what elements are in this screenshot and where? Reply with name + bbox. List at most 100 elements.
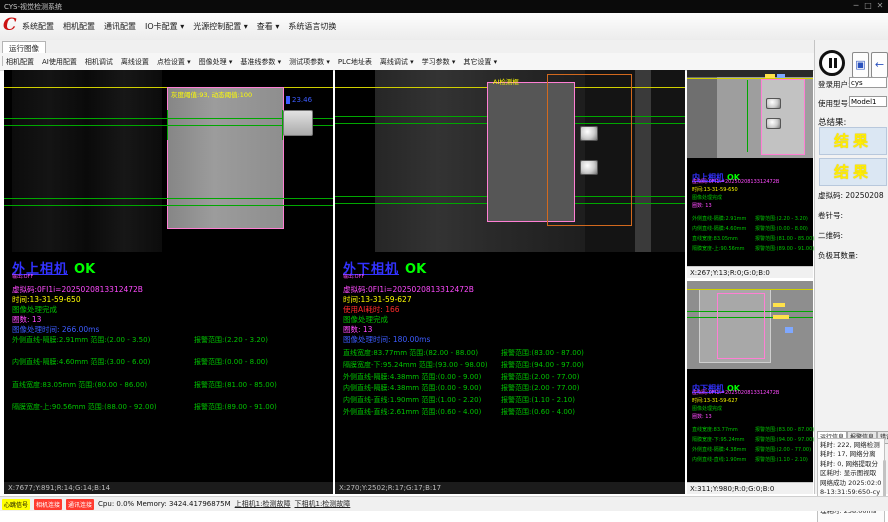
menu-comm-config[interactable]: 通讯配置	[104, 21, 136, 32]
minimize-icon[interactable]: ─	[850, 1, 862, 10]
process-done: 图像处理完成	[692, 194, 722, 201]
logout-icon: ←	[875, 58, 884, 71]
menu-system-config[interactable]: 系统配置	[22, 21, 54, 32]
model-field[interactable]	[849, 96, 887, 107]
reflective-tab-2	[766, 118, 781, 129]
image-left-band	[687, 77, 717, 158]
menu-camera-config[interactable]: 相机配置	[63, 21, 95, 32]
measure-row: 外侧直线-隔膜:4.38mm 范围:(0.00 - 9.00)	[343, 372, 481, 382]
menu-light-control-config[interactable]: 光源控制配置 ▾	[193, 21, 248, 32]
maximize-icon[interactable]: □	[862, 1, 874, 10]
comm-connection-badge: 通讯连接	[66, 499, 94, 510]
measure-row: 直线宽度:83.05mm 范围:(80.00 - 86.00)	[12, 380, 147, 390]
window-title: CYS-视觉检测系统	[4, 2, 62, 12]
overlay-mark-blue	[785, 327, 793, 333]
reflective-tab-1	[766, 98, 781, 109]
gripper-clip	[283, 110, 313, 136]
camera-panel-inner-lower: 内下相机OK 虚拟码:0FI1i=2025020813312472B 时间:13…	[687, 281, 813, 494]
camera-image-inner-lower[interactable]	[687, 281, 813, 369]
pixel-coords-readout: X:270;Y:2502;R:17;G:17;B:17	[335, 482, 685, 494]
measure-row: 内侧直线-隔膜:4.60mm 范围:(3.00 - 6.00)	[12, 357, 150, 367]
measure-row: 隔膜宽度-上:90.56mm	[692, 245, 745, 252]
tool-other-settings[interactable]: 其它设置 ▾	[463, 57, 497, 67]
tool-baseline-params[interactable]: 基准线参数 ▾	[240, 57, 281, 67]
measure-row: 外侧直线-直线:2.61mm 范围:(0.60 - 4.00)	[343, 407, 481, 417]
logout-button[interactable]: ←	[871, 52, 888, 78]
alarm-range: 报警范围:(94.00 - 97.00)	[755, 436, 814, 443]
upper-camera-status-link[interactable]: 上相机1:检测故障	[235, 499, 291, 509]
log-scrollbar[interactable]	[883, 460, 886, 500]
camera-image-outer-upper[interactable]: 灰度阈值:93, 动态阈值:100 23.46	[4, 70, 333, 252]
camera-image-inner-upper[interactable]	[687, 70, 813, 158]
qr-code-label: 二维码:	[818, 230, 843, 241]
alarm-range: 报警范围:(1.10 - 2.10)	[755, 456, 808, 463]
login-user-field[interactable]	[849, 77, 887, 88]
overlay-mark-blue	[777, 74, 785, 78]
camera-image-outer-lower[interactable]: AI检测框	[335, 70, 685, 252]
menu-bar: C 系统配置 相机配置 通讯配置 IO卡配置 ▾ 光源控制配置 ▾ 查看 ▾ 系…	[0, 13, 888, 41]
alarm-range: 报警范围:(89.00 - 91.00)	[755, 245, 814, 252]
alarm-range: 报警范围:(81.00 - 85.00)	[194, 380, 277, 390]
measure-row: 直线宽度:83.77mm	[692, 426, 738, 433]
alarm-range: 报警范围:(1.10 - 2.10)	[501, 395, 575, 405]
status-bar: 心跳信号 相机连接 通讯连接 Cpu: 0.0% Memory: 3424.41…	[0, 496, 888, 511]
close-icon[interactable]: ✕	[874, 1, 886, 10]
status-ok: OK	[74, 262, 95, 277]
alarm-range: 报警范围:(83.00 - 87.00)	[755, 426, 814, 433]
measure-row: 外侧直线-隔膜:2.91mm 范围:(2.00 - 3.50)	[12, 335, 150, 345]
tab-strip: 运行图像	[0, 40, 888, 54]
tool-camera-debug[interactable]: 相机调试	[85, 57, 113, 67]
virtual-code-label: 虚拟码: 20250208	[818, 190, 884, 201]
measure-row: 内侧直线-直线:1.90mm	[692, 456, 746, 463]
tool-image-processing[interactable]: 图像处理 ▾	[199, 57, 233, 67]
pause-icon	[829, 58, 832, 68]
measure-row: 直线宽度:83.77mm 范围:(82.00 - 88.00)	[343, 348, 478, 358]
round-count: 圈数: 13	[692, 413, 712, 420]
tool-plc-address-table[interactable]: PLC地址表	[338, 57, 372, 67]
menu-io-card-config[interactable]: IO卡配置 ▾	[145, 21, 184, 32]
capture-time: 时间:13-31-59-650	[692, 186, 738, 193]
user-button[interactable]: ▣	[852, 52, 869, 78]
pause-button[interactable]	[819, 50, 845, 76]
detect-region-pink-box	[717, 293, 765, 359]
alarm-range: 报警范围:(2.00 - 77.00)	[501, 383, 579, 393]
baseline-yellow	[687, 289, 813, 290]
camera-panel-outer-lower: AI检测框 外下相机OK 输出:OFF 虚拟码:0FI1i=2025020813…	[335, 70, 685, 494]
user-icon: ▣	[855, 58, 865, 71]
measure-row: 直线宽度:83.05mm	[692, 235, 738, 242]
measure-row: 隔膜宽度-上:90.56mm 范围:(88.00 - 92.00)	[12, 402, 157, 412]
measure-row: 隔膜宽度-下:95.24mm	[692, 436, 745, 443]
app-logo-icon: C	[3, 15, 17, 35]
menu-view[interactable]: 查看 ▾	[257, 21, 280, 32]
toolbar: 相机配置 AI使用配置 相机调试 离线设置 点检设置 ▾ 图像处理 ▾ 基准线参…	[0, 53, 888, 71]
tool-camera-config[interactable]: 相机配置	[6, 57, 34, 67]
lower-camera-status-link[interactable]: 下相机1:检测故障	[294, 499, 350, 509]
measure-vline-1	[167, 110, 168, 140]
overlay-mark-yellow	[765, 74, 775, 78]
image-background-bands	[12, 70, 162, 252]
tool-offline-settings[interactable]: 离线设置	[121, 57, 149, 67]
alarm-range: 报警范围:(2.20 - 3.20)	[194, 335, 268, 345]
output-state: 输出:OFF	[343, 273, 364, 280]
alarm-range: 报警范围:(83.00 - 87.00)	[501, 348, 584, 358]
result-box-upper: 结果	[819, 127, 887, 155]
ai-box-label: AI检测框	[493, 76, 519, 86]
alarm-range: 报警范围:(94.00 - 97.00)	[501, 360, 584, 370]
pause-icon	[834, 58, 837, 68]
tool-spot-check-settings[interactable]: 点检设置 ▾	[157, 57, 191, 67]
needle-number-label: 卷针号:	[818, 210, 843, 221]
alarm-range: 报警范围:(0.00 - 8.00)	[194, 357, 268, 367]
virtual-code: 虚拟码:0FI1i=2025020813312472B	[692, 178, 779, 185]
threshold-overlay-label: 灰度阈值:93, 动态阈值:100	[171, 89, 252, 99]
tool-test-item-params[interactable]: 测试项参数 ▾	[289, 57, 330, 67]
alarm-range: 报警范围:(2.00 - 77.00)	[755, 446, 811, 453]
tool-offline-debug[interactable]: 离线调试 ▾	[380, 57, 414, 67]
reflective-tab-1	[580, 126, 598, 141]
measure-row: 外侧直线-隔膜:2.91mm	[692, 215, 746, 222]
tool-ai-usage-config[interactable]: AI使用配置	[42, 57, 77, 67]
title-bar: CYS-视觉检测系统 ─ □ ✕	[0, 0, 888, 13]
tool-learning-params[interactable]: 学习参数 ▾	[422, 57, 456, 67]
measure-vline	[747, 80, 748, 152]
pixel-coords-readout: X:7677;Y:891;R:14;G:14;B:14	[4, 482, 333, 494]
menu-language-switch[interactable]: 系统语言切换	[288, 21, 336, 32]
